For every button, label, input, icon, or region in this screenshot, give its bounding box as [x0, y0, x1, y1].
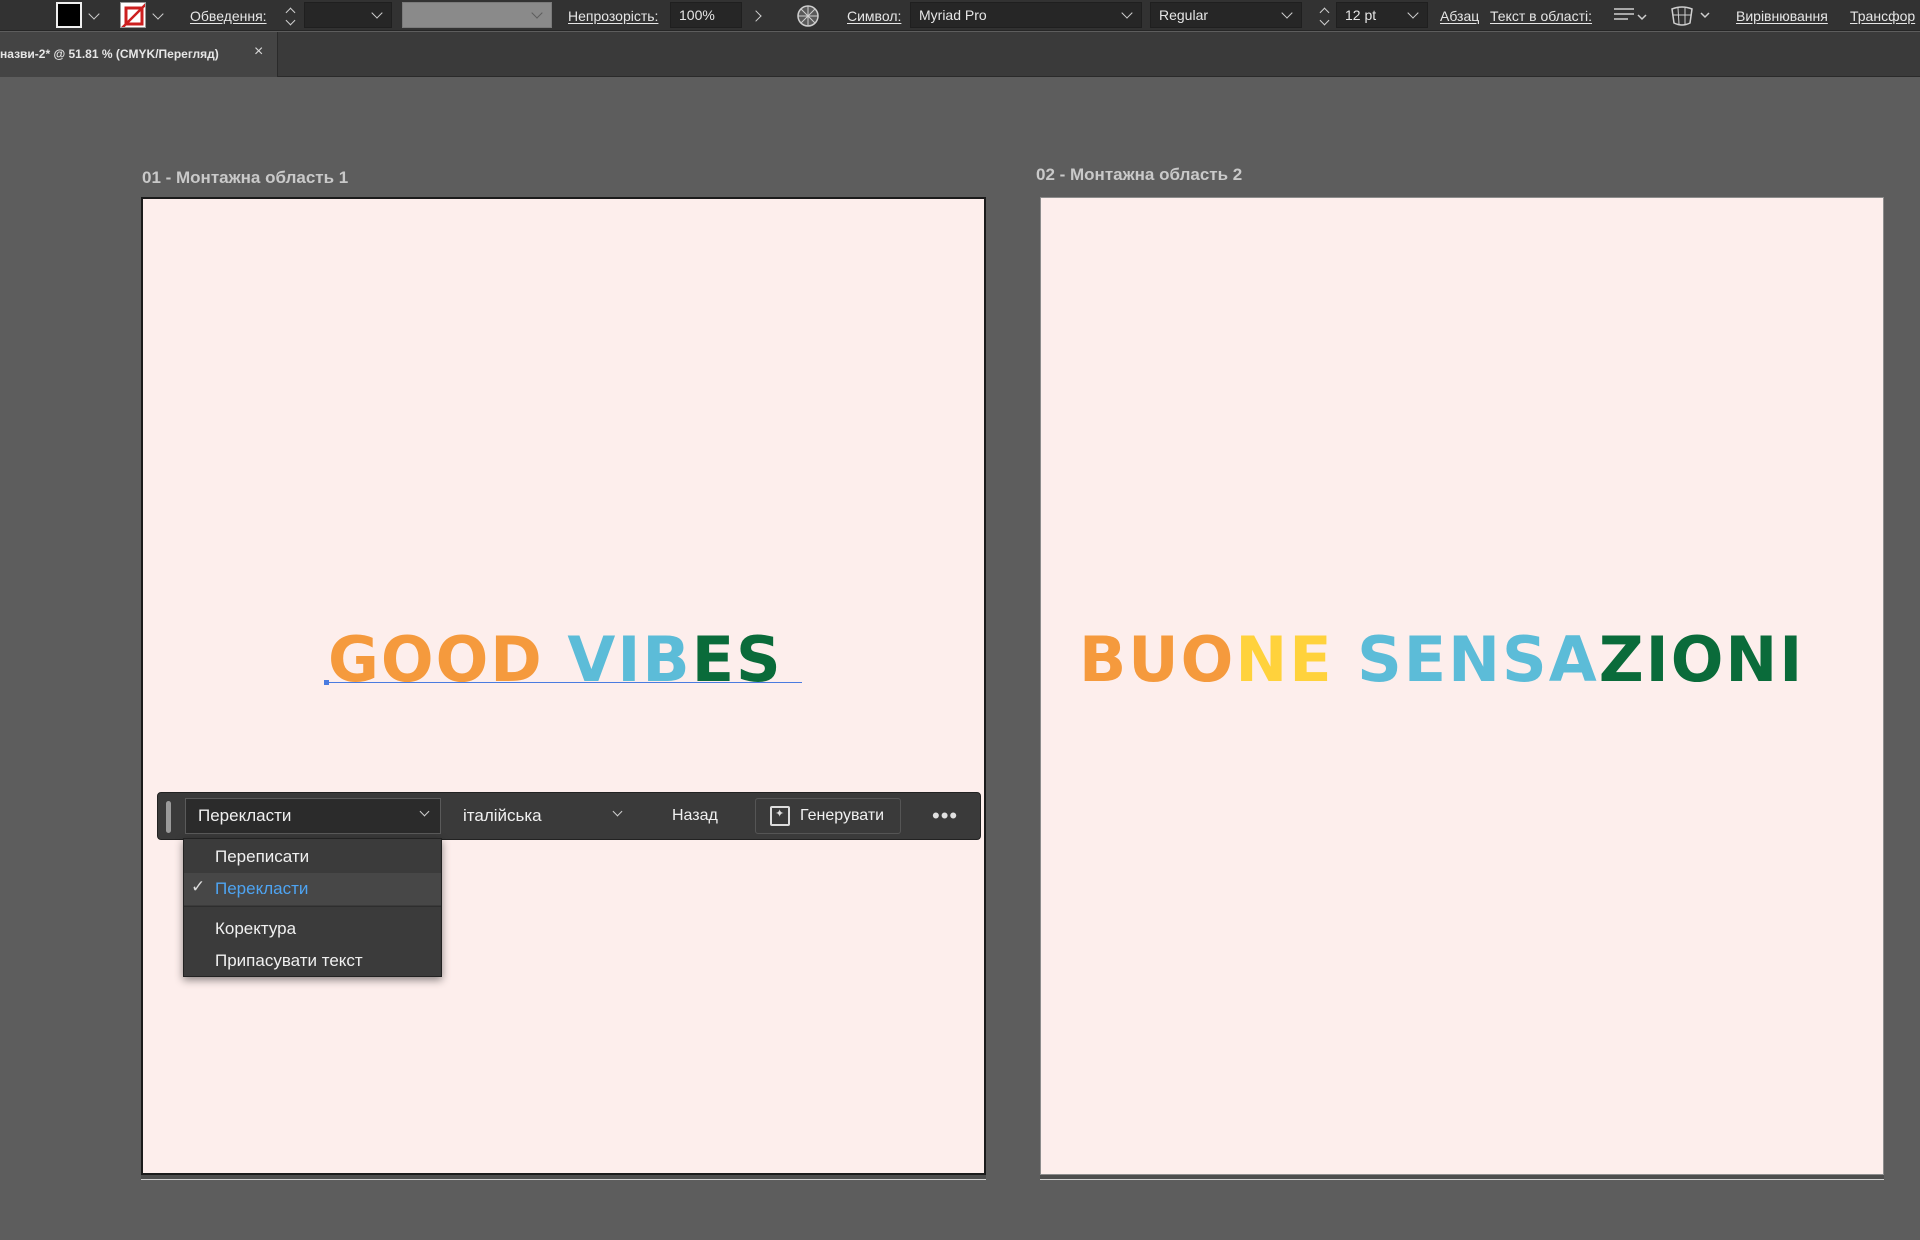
buone-sensazioni-segment-0: BUO [1079, 623, 1236, 696]
buone-sensazioni-text[interactable]: BUONE SENSAZIONI [1079, 629, 1804, 691]
artboard-1-label[interactable]: 01 - Монтажна область 1 [142, 168, 348, 188]
stroke-weight-label[interactable]: Обведення: [190, 0, 267, 31]
opacity-label[interactable]: Непрозорість: [568, 0, 658, 31]
stroke-weight-field[interactable] [304, 2, 392, 28]
document-tab-bar: назви-2* @ 51.81 % (CMYK/Перегляд) × [0, 32, 1920, 77]
transform-label[interactable]: Трансфор [1850, 0, 1915, 31]
mode-select-value: Перекласти [198, 806, 292, 825]
character-label[interactable]: Символ: [847, 0, 901, 31]
stroke-dropdown-chevron[interactable] [152, 0, 164, 31]
paragraph-label[interactable]: Абзац [1440, 0, 1479, 31]
back-button[interactable]: Назад [672, 798, 718, 834]
stroke-weight-stepper[interactable] [283, 2, 297, 28]
recolor-artwork-icon[interactable] [796, 0, 820, 31]
menu-item-rewrite[interactable]: Переписати [184, 841, 441, 873]
sparkle-icon [770, 806, 790, 826]
contextual-task-bar: Перекласти італійська Назад Генерувати •… [157, 792, 981, 840]
mode-dropdown-menu: Переписати ✓ Перекласти Коректура Припас… [183, 838, 442, 977]
document-tab-title: назви-2* @ 51.81 % (CMYK/Перегляд) [0, 47, 219, 61]
font-size-stepper[interactable] [1317, 2, 1331, 28]
area-type-label[interactable]: Текст в області: [1490, 0, 1592, 31]
language-select[interactable]: італійська [450, 798, 634, 834]
opacity-expand-chevron[interactable] [750, 0, 762, 31]
menu-item-proofread[interactable]: Коректура [184, 913, 441, 945]
font-size-field[interactable]: 12 pt [1336, 2, 1428, 28]
more-options-icon[interactable]: ••• [932, 805, 958, 827]
generate-button[interactable]: Генерувати [755, 798, 902, 834]
variable-width-profile[interactable] [402, 2, 552, 28]
language-select-value: італійська [463, 806, 542, 825]
stroke-color-swatch[interactable] [120, 2, 146, 28]
good-vibes-segment-3: ES [691, 623, 783, 696]
buone-sensazioni-segment-1: NE [1235, 623, 1334, 696]
font-style-field[interactable]: Regular [1150, 2, 1302, 28]
document-tab[interactable]: назви-2* @ 51.81 % (CMYK/Перегляд) × [0, 32, 278, 77]
artboard-1[interactable]: GOOD VIBES [141, 197, 986, 1175]
envelope-warp-icon[interactable] [1670, 0, 1714, 31]
text-anchor-point[interactable] [324, 680, 329, 685]
align-lines-icon[interactable] [1614, 0, 1648, 31]
good-vibes-segment-2: VIB [567, 623, 692, 696]
artboard-2-label[interactable]: 02 - Монтажна область 2 [1036, 165, 1242, 185]
fill-color-swatch[interactable] [56, 2, 82, 28]
close-tab-icon[interactable]: × [254, 43, 263, 61]
no-stroke-icon [121, 3, 145, 27]
good-vibes-segment-0: GOOD [328, 623, 544, 696]
check-icon: ✓ [191, 877, 206, 896]
control-bar: Обведення: Непрозорість: 100% Символ: My… [0, 0, 1920, 31]
chevron-down-icon [612, 806, 623, 817]
menu-divider [184, 906, 441, 907]
buone-sensazioni-segment-3: SENSA [1357, 623, 1599, 696]
menu-item-translate[interactable]: ✓ Перекласти [184, 873, 441, 905]
menu-item-fit-text[interactable]: Припасувати текст [184, 945, 441, 977]
align-label[interactable]: Вирівнювання [1736, 0, 1828, 31]
artboard-2[interactable]: BUONE SENSAZIONI [1040, 197, 1884, 1175]
drag-handle[interactable] [166, 801, 171, 833]
buone-sensazioni-segment-4: ZIONI [1598, 623, 1805, 696]
opacity-field[interactable]: 100% [670, 2, 742, 28]
buone-sensazioni-segment-2 [1334, 623, 1358, 696]
good-vibes-segment-1 [544, 623, 568, 696]
font-family-field[interactable]: Myriad Pro [910, 2, 1142, 28]
mode-select[interactable]: Перекласти [185, 798, 441, 834]
text-baseline [326, 682, 802, 683]
chevron-down-icon [419, 806, 430, 817]
fill-dropdown-chevron[interactable] [88, 0, 100, 31]
